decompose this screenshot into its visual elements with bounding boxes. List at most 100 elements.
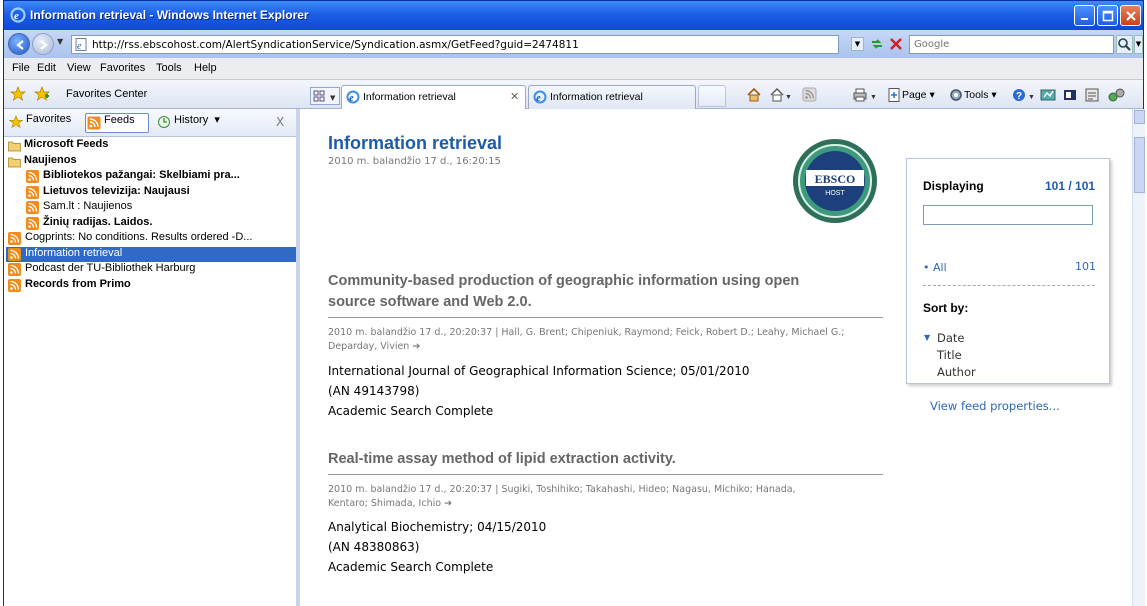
home-button[interactable]: ▼ bbox=[769, 86, 792, 104]
article-divider bbox=[328, 317, 883, 318]
refresh-icon[interactable] bbox=[869, 36, 885, 52]
go-to-article-icon[interactable]: ➔ bbox=[444, 497, 452, 511]
menu-bar: File Edit View Favorites Tools Help bbox=[4, 58, 1143, 80]
recent-pages-dropdown[interactable]: ▼ bbox=[57, 37, 63, 46]
scroll-thumb[interactable] bbox=[1134, 137, 1145, 193]
tools-menu[interactable]: Tools ▾ bbox=[948, 86, 997, 104]
search-box[interactable] bbox=[909, 35, 1114, 54]
quick-tabs-icon: ▼ bbox=[313, 90, 336, 102]
menu-file[interactable]: File bbox=[12, 62, 30, 74]
help-button[interactable]: ? ▼ bbox=[1012, 86, 1036, 104]
displaying-count: 101 / 101 bbox=[1045, 179, 1096, 193]
vertical-scrollbar[interactable] bbox=[1132, 109, 1145, 606]
tree-item-label: Information retrieval bbox=[25, 246, 123, 259]
search-button[interactable] bbox=[1116, 35, 1133, 54]
article-title-link[interactable]: Real-time assay method of lipid extracti… bbox=[328, 449, 883, 470]
address-input[interactable] bbox=[92, 37, 792, 52]
extensions-icon[interactable] bbox=[1108, 86, 1126, 104]
tab-information-retrieval-active[interactable]: e Information retrieval ✕ bbox=[341, 85, 526, 109]
search-input[interactable] bbox=[914, 37, 1109, 52]
menu-tools[interactable]: Tools bbox=[156, 62, 182, 74]
article-body: International Journal of Geographical In… bbox=[328, 361, 750, 421]
sort-by-label: Sort by: bbox=[923, 301, 969, 315]
menu-edit[interactable]: Edit bbox=[37, 62, 56, 74]
search-options-dropdown[interactable]: ▼ bbox=[1134, 35, 1143, 54]
maximize-button[interactable] bbox=[1097, 5, 1118, 26]
ebscohost-logo: EBSCO HOST bbox=[793, 139, 877, 223]
menu-favorites[interactable]: Favorites bbox=[100, 62, 145, 74]
svg-text:▼: ▼ bbox=[785, 94, 791, 101]
scroll-up-button[interactable] bbox=[1134, 110, 1145, 124]
page-menu-label: Page bbox=[902, 89, 927, 101]
research-icon[interactable] bbox=[1040, 86, 1056, 104]
rss-feed-icon bbox=[26, 201, 39, 214]
tree-item[interactable]: Naujienos bbox=[6, 154, 296, 170]
quick-tabs-button[interactable]: ▼ bbox=[310, 87, 340, 105]
folder-icon bbox=[8, 141, 21, 152]
close-tab-icon[interactable]: ✕ bbox=[510, 90, 519, 103]
menu-view[interactable]: View bbox=[67, 62, 91, 74]
article-body: Analytical Biochemistry; 04/15/2010 (AN … bbox=[328, 517, 546, 577]
address-box[interactable]: e bbox=[71, 35, 839, 54]
tree-item-label: Bibliotekos pažangai: Skelbiami pra... bbox=[43, 169, 240, 181]
forward-button[interactable] bbox=[32, 33, 54, 55]
svg-text:▼: ▼ bbox=[870, 94, 877, 101]
close-window-button[interactable] bbox=[1120, 5, 1141, 26]
address-dropdown[interactable]: ▼ bbox=[851, 37, 864, 51]
sort-author-option[interactable]: Author bbox=[937, 365, 976, 379]
back-button[interactable] bbox=[8, 33, 30, 55]
tree-item-label: Naujienos bbox=[24, 153, 77, 166]
tree-item[interactable]: Lietuvos televizija: Naujausi bbox=[6, 185, 296, 201]
menu-help[interactable]: Help bbox=[194, 62, 217, 74]
tab-feeds[interactable]: Feeds bbox=[85, 113, 149, 133]
folder-icon bbox=[8, 157, 21, 167]
sort-title-option[interactable]: Title bbox=[937, 348, 962, 362]
home-icon[interactable] bbox=[746, 86, 762, 104]
add-favorite-icon[interactable] bbox=[34, 86, 50, 102]
favorites-center-label[interactable]: Favorites Center bbox=[66, 88, 147, 100]
filter-all-link[interactable]: • All bbox=[923, 261, 947, 274]
view-feed-properties-link[interactable]: View feed properties... bbox=[930, 399, 1060, 413]
feed-filter-panel: Displaying 101 / 101 • All 101 Sort by: … bbox=[906, 158, 1110, 384]
tab-history[interactable]: History ▾ bbox=[156, 113, 220, 133]
sort-date-option[interactable]: Date bbox=[937, 331, 965, 345]
svg-text:e: e bbox=[77, 41, 82, 51]
filter-input[interactable] bbox=[923, 205, 1093, 225]
tree-item-selected[interactable]: Information retrieval bbox=[6, 246, 296, 262]
svg-text:e: e bbox=[349, 93, 354, 104]
tree-item[interactable]: Podcast der TU-Bibliothek Harburg bbox=[6, 262, 296, 278]
tree-item[interactable]: Bibliotekos pažangai: Skelbiami pra... bbox=[6, 169, 296, 185]
svg-text:▼: ▼ bbox=[1028, 94, 1035, 101]
tree-item[interactable]: Records from Primo bbox=[6, 278, 296, 294]
blog-icon[interactable] bbox=[1084, 86, 1100, 104]
close-pane-button[interactable]: X bbox=[276, 115, 284, 129]
tree-item[interactable]: Microsoft Feeds bbox=[6, 138, 296, 154]
tab-information-retrieval[interactable]: e Information retrieval bbox=[528, 85, 696, 109]
svg-text:▼: ▼ bbox=[330, 94, 336, 102]
tab-favorites[interactable]: Favorites bbox=[8, 113, 71, 133]
feed-content: Information retrieval 2010 m. balandžio … bbox=[300, 109, 1132, 606]
ie-logo-icon: e bbox=[10, 7, 26, 23]
messenger-icon[interactable] bbox=[1062, 86, 1078, 104]
print-button[interactable]: ▼ bbox=[852, 86, 878, 104]
page-menu[interactable]: Page ▾ bbox=[886, 86, 935, 104]
favorites-center-icon[interactable] bbox=[10, 86, 26, 102]
tab-history-label: History bbox=[174, 114, 209, 126]
new-tab-button[interactable] bbox=[698, 85, 726, 107]
tree-item[interactable]: Cogprints: No conditions. Results ordere… bbox=[6, 231, 296, 247]
page-icon bbox=[888, 88, 900, 103]
rss-icon bbox=[87, 116, 101, 130]
command-bar: Favorites Center ▼ e Information retriev… bbox=[4, 80, 1143, 109]
feeds-tree: Microsoft Feeds Naujienos Bibliotekos pa… bbox=[6, 138, 296, 293]
minimize-button[interactable] bbox=[1074, 5, 1095, 26]
article-title-link[interactable]: Community-based production of geographic… bbox=[328, 271, 883, 313]
displaying-label: Displaying bbox=[923, 179, 984, 193]
tree-item[interactable]: Žinių radijas. Laidos. bbox=[6, 216, 296, 232]
go-to-article-icon[interactable]: ➔ bbox=[412, 340, 420, 354]
feed-title[interactable]: Information retrieval bbox=[328, 133, 502, 154]
stop-icon[interactable] bbox=[888, 36, 904, 52]
feeds-icon[interactable] bbox=[802, 86, 818, 104]
tree-item[interactable]: Sam.lt : Naujienos bbox=[6, 200, 296, 216]
tab-label: Information retrieval bbox=[550, 91, 643, 103]
tree-item-label: Cogprints: No conditions. Results ordere… bbox=[25, 231, 253, 243]
